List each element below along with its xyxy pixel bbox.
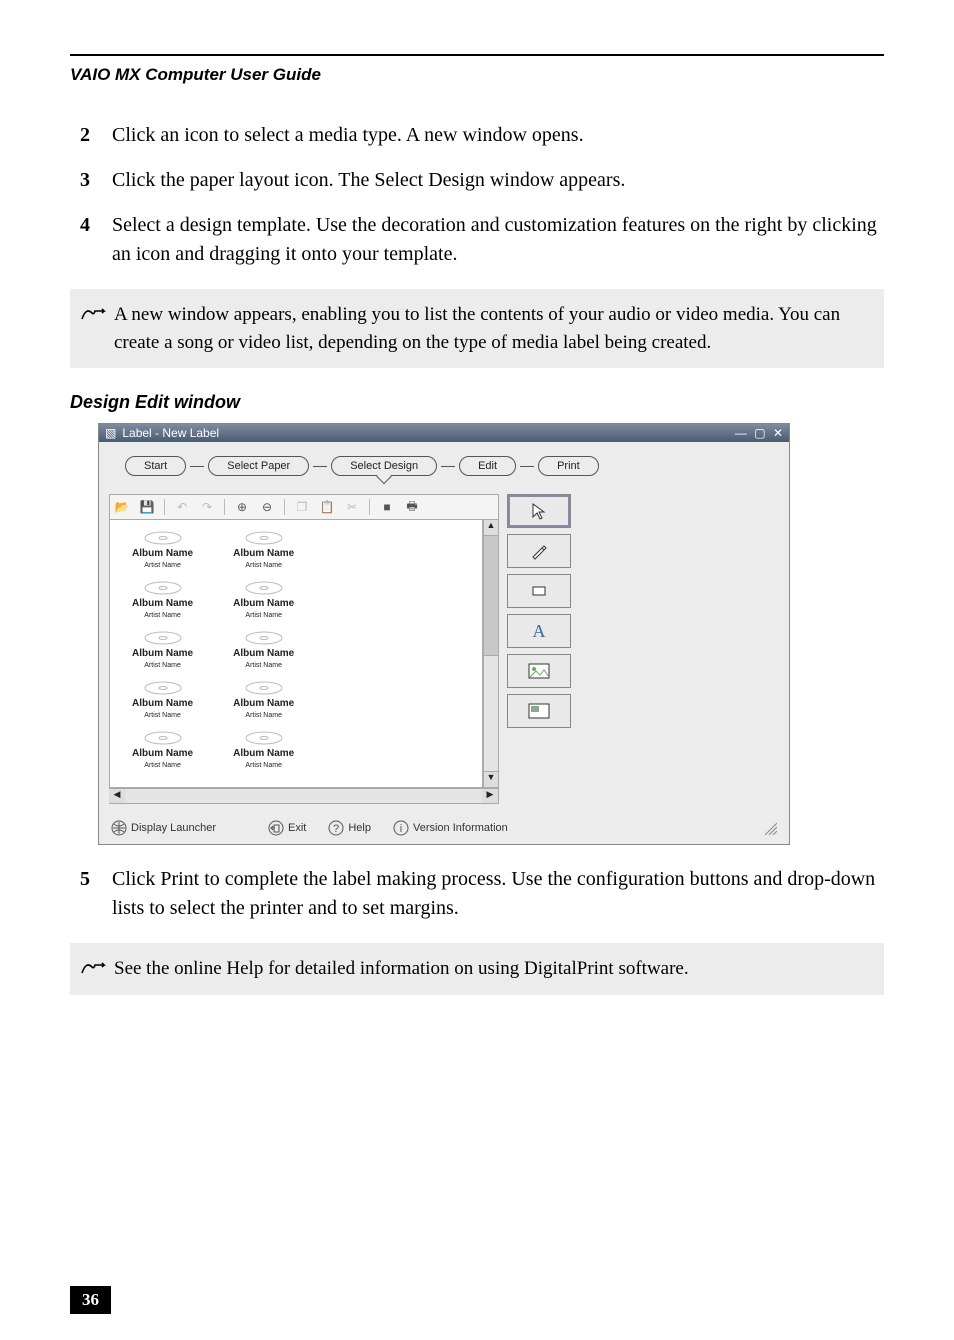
album-tile: Album NameArtist Name <box>132 680 193 720</box>
step-text: Click Print to complete the label making… <box>112 865 884 923</box>
rectangle-tool[interactable] <box>507 574 571 608</box>
note-text: A new window appears, enabling you to li… <box>114 304 840 353</box>
step-item: 5 Click Print to complete the label maki… <box>70 865 884 923</box>
horizontal-scrollbar[interactable]: ◀▶ <box>109 788 499 804</box>
image-tool[interactable] <box>507 654 571 688</box>
design-edit-screenshot: ▧ Label - New Label — ▢ ✕ Start Select P… <box>98 423 790 845</box>
zoom-in-icon[interactable]: ⊕ <box>234 499 250 515</box>
undo-icon[interactable]: ↶ <box>174 499 190 515</box>
open-icon[interactable]: 📂 <box>114 499 130 515</box>
text-tool[interactable]: A <box>507 614 571 648</box>
page-number: 36 <box>70 1286 111 1314</box>
album-tile: Album NameArtist Name <box>233 630 294 670</box>
version-info-button[interactable]: i Version Information <box>393 820 508 836</box>
stamp-tool[interactable] <box>507 694 571 728</box>
resize-grip-icon[interactable] <box>763 821 777 835</box>
print-icon[interactable]: 🖶 <box>404 499 420 515</box>
tool-palette: A <box>507 494 571 804</box>
minimize-icon[interactable]: — <box>735 426 747 440</box>
album-tile: Album NameArtist Name <box>132 580 193 620</box>
running-head: VAIO MX Computer User Guide <box>70 62 884 91</box>
note-box: A new window appears, enabling you to li… <box>70 289 884 368</box>
album-tile: Album NameArtist Name <box>233 530 294 570</box>
step-item: 4 Select a design template. Use the deco… <box>70 211 884 269</box>
pointer-tool[interactable] <box>507 494 571 528</box>
step-edit[interactable]: Edit <box>459 456 516 476</box>
window-footer: Display Launcher Exit ? Help i Version I… <box>99 814 789 844</box>
step-text: Click the paper layout icon. The Select … <box>112 166 884 195</box>
step-select-design[interactable]: Select Design <box>331 456 437 476</box>
canvas-toolbar: 📂 💾 ↶ ↷ ⊕ ⊖ ❐ 📋 ✂ ■ 🖶 <box>109 494 499 520</box>
album-tile: Album NameArtist Name <box>233 580 294 620</box>
vertical-scrollbar[interactable]: ▲▼ <box>483 520 499 788</box>
step-item: 2 Click an icon to select a media type. … <box>70 121 884 150</box>
album-tile: Album NameArtist Name <box>132 530 193 570</box>
step-item: 3 Click the paper layout icon. The Selec… <box>70 166 884 195</box>
cut-icon[interactable]: ✂ <box>344 499 360 515</box>
close-icon[interactable]: ✕ <box>773 426 783 440</box>
stop-icon[interactable]: ■ <box>379 499 395 515</box>
step-print[interactable]: Print <box>538 456 599 476</box>
top-rule <box>70 54 884 56</box>
paste-icon[interactable]: 📋 <box>319 499 335 515</box>
step-text: Click an icon to select a media type. A … <box>112 121 884 150</box>
exit-button[interactable]: Exit <box>268 820 306 836</box>
step-text: Select a design template. Use the decora… <box>112 211 884 269</box>
step-select-paper[interactable]: Select Paper <box>208 456 309 476</box>
svg-text:i: i <box>400 823 402 835</box>
maximize-icon[interactable]: ▢ <box>754 426 765 440</box>
step-list-1: 2 Click an icon to select a media type. … <box>70 121 884 269</box>
step-number: 3 <box>70 166 90 195</box>
zoom-out-icon[interactable]: ⊖ <box>259 499 275 515</box>
window-title: Label - New Label <box>122 426 731 440</box>
stepper: Start Select Paper Select Design Edit Pr… <box>99 442 789 488</box>
step-start[interactable]: Start <box>125 456 186 476</box>
step-list-2: 5 Click Print to complete the label maki… <box>70 865 884 923</box>
display-launcher-button[interactable]: Display Launcher <box>111 820 216 836</box>
save-icon[interactable]: 💾 <box>139 499 155 515</box>
note-text: See the online Help for detailed informa… <box>114 958 689 979</box>
step-number: 4 <box>70 211 90 269</box>
album-tile: Album NameArtist Name <box>132 730 193 770</box>
copy-icon[interactable]: ❐ <box>294 499 310 515</box>
album-tile: Album NameArtist Name <box>233 730 294 770</box>
note-icon <box>80 303 106 332</box>
pen-tool[interactable] <box>507 534 571 568</box>
note-icon <box>80 957 106 986</box>
window-buttons[interactable]: — ▢ ✕ <box>731 426 783 440</box>
design-canvas[interactable]: Album NameArtist Name Album NameArtist N… <box>109 520 483 788</box>
step-number: 5 <box>70 865 90 923</box>
album-tile: Album NameArtist Name <box>233 680 294 720</box>
figure-caption: Design Edit window <box>70 392 884 413</box>
svg-text:?: ? <box>333 823 339 835</box>
note-box: See the online Help for detailed informa… <box>70 943 884 995</box>
app-icon: ▧ <box>105 426 116 440</box>
help-button[interactable]: ? Help <box>328 820 371 836</box>
step-number: 2 <box>70 121 90 150</box>
window-titlebar: ▧ Label - New Label — ▢ ✕ <box>99 424 789 442</box>
redo-icon[interactable]: ↷ <box>199 499 215 515</box>
album-tile: Album NameArtist Name <box>132 630 193 670</box>
